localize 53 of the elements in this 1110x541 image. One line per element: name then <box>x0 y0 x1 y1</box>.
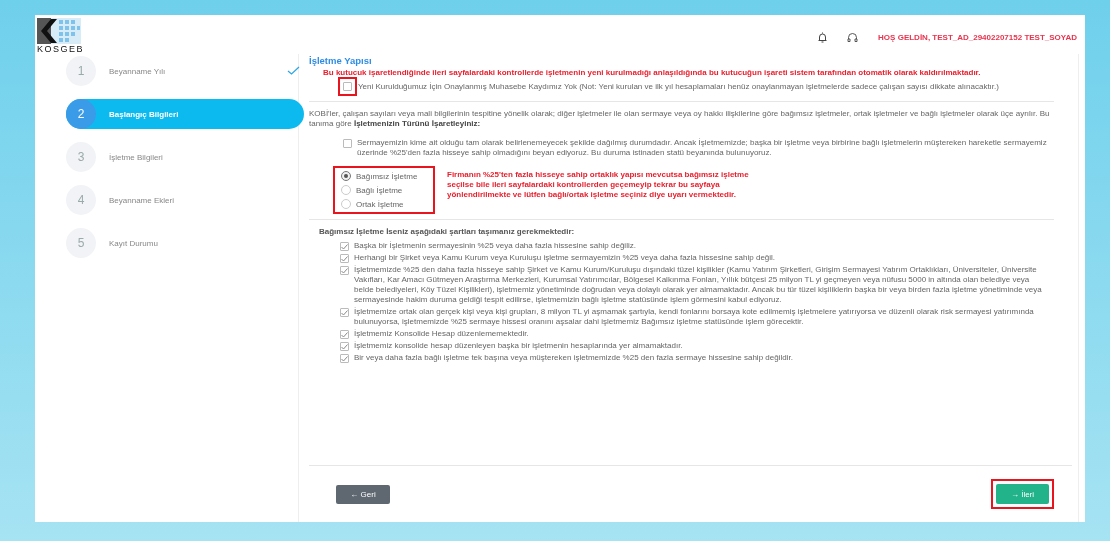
radio-option[interactable]: Bağlı İşletme <box>341 185 427 195</box>
condition-text: Başka bir İşletmenin sermayesinin %25 veya daha fazla hissesine sahip değiliz. <box>354 241 637 251</box>
condition-text: İşletmemiz konsolide hesap düzenleyen başka bir işletmenin hesaplarında yer almamaktadır. <box>354 341 684 351</box>
radio-label: Bağlı İşletme <box>356 185 403 195</box>
checkbox-label: Yeni Kurulduğumuz İçin Onaylanmış Muhasebe Kaydımız Yok (Not: Yeni kurulan ve ilk yıl hesaplamaları henüz onaylanmayan işletmelerde sadece çalışan sayısı dikkate alınacaktır.) <box>358 81 1000 92</box>
step-item[interactable]: 5 Kayıt Durumu <box>66 228 304 258</box>
welcome-text: HOŞ GELDİN, TEST_AD_29402207152 TEST_SOYAD <box>878 33 1077 42</box>
radio-label: Ortak İşletme <box>356 199 404 209</box>
step-number: 3 <box>66 142 96 172</box>
checkbox[interactable] <box>343 139 352 148</box>
step-item[interactable]: 1 Beyanname Yılı <box>66 56 304 86</box>
checkbox[interactable] <box>340 266 349 275</box>
condition-text: İşletmemize ortak olan gerçek kişi veya kişi grupları, 8 milyon TL yi aşmamak şartıyla, kendi fonlarını borsaya kote edilmemiş işletmelere yatırıyorsa ve düzenli olarak risk sermayesi yatırımında bulunuyorsa, işletmemizde %25 sermaye hissesi oranını aşsalar dahi işletmemiz Bağımsız işletme statüsünde işlem görecektir. <box>354 307 1035 327</box>
next-button[interactable]: → İleri <box>996 484 1049 504</box>
step-label: Beyanname Yılı <box>109 66 166 76</box>
step-item[interactable]: 3 İşletme Bilgileri <box>66 142 304 172</box>
step-item[interactable]: 4 Beyanname Ekleri <box>66 185 304 215</box>
annotation-note: Firmanın %25'ten fazla hisseye sahip ortaklık yapısı mevcutsa bağımsız işletme seçilse bile ileri sayfalardaki kontrollerden geçemeyip tekrar bu sayfaya yönlendirilmekte ve lütfen bağlı/ortak işletme seçiniz diye uyarı vermektedir. <box>447 170 750 200</box>
bell-icon[interactable] <box>818 32 828 43</box>
conditions-title: Bağımsız İşletme İseniz aşağıdaki şartları taşımanız gerekmektedir: <box>319 227 576 236</box>
step-number: 2 <box>66 99 96 129</box>
checkbox[interactable] <box>340 354 349 363</box>
step-label: Kayıt Durumu <box>109 238 158 248</box>
headset-icon[interactable] <box>847 32 859 43</box>
step-number: 4 <box>66 185 96 215</box>
checkbox[interactable] <box>340 342 349 351</box>
condition-text: İşletmemiz Konsolide Hesap düzenlememektedir. <box>354 329 530 339</box>
checkbox[interactable] <box>343 82 352 91</box>
condition-text: Bir veya daha fazla bağlı işletme tek başına veya müştereken işletmemizde %25 den fazla sermaye hissesine sahip değildir. <box>354 353 794 363</box>
condition-text: Herhangi bir Şirket veya Kamu Kurum veya Kuruluşu işletme sermayemizin %25 veya daha fazla hissesine sahip değil. <box>354 253 777 263</box>
step-label: Başlangıç Bilgileri <box>109 109 179 119</box>
logo-text: KOSGEB <box>37 44 84 54</box>
checkbox[interactable] <box>340 308 349 317</box>
check-icon <box>287 66 300 75</box>
checkbox[interactable] <box>340 242 349 251</box>
step-number: 1 <box>66 56 96 86</box>
step-item[interactable]: 2 Başlangıç Bilgileri <box>66 99 304 129</box>
back-button[interactable]: ← Geri <box>336 484 390 504</box>
radio-option[interactable]: Bağımsız İşletme <box>341 171 427 181</box>
logo-icon <box>37 18 81 44</box>
step-label: İşletme Bilgileri <box>109 152 163 162</box>
section-title: İşletme Yapısı <box>309 55 373 66</box>
condition-text: İşletmemizde %25 den daha fazla hisseye sahip Şirket ve Kamu Kurum/Kuruluşu dışındaki tüzel kişilikler (Kamu Yatırım Şirketleri, Girişim Sermayesi Yatırım Ortaklıkları, Üniversiteler, Üniversite Vakıfları, Kar Amacı Gütmeyen Araştırma Merkezleri, Kurumsal Yatırımcılar, Bölgesel Kalkınma Fonları, Yıllık bütçesi 25 milyon TL yi geçmeyen veya nüfusu 5000 in altında olan belediye veya belde belediyeleri, Köy Tüzel Kişilikleri), işletmemiz yönetiminde doğrudan veya dolaylı olarak yer almamaktadır. Ancak bu tür tüzel kişiliklerin başka bir veya birden fazla işletme yönetiminde veya sermayesinde hakim duruma geldiği tespit edilirse, işletmemizin bağlı işletme statüsünde işlem görmesini kabul ediyoruz. <box>354 265 1043 305</box>
step-number: 5 <box>66 228 96 258</box>
checkbox[interactable] <box>340 330 349 339</box>
radio-label: Bağımsız İşletme <box>356 171 418 181</box>
step-label: Beyanname Ekleri <box>109 195 174 205</box>
checkbox[interactable] <box>340 254 349 263</box>
radio-button[interactable] <box>341 171 351 181</box>
intro-text: KOBİ'ler, çalışan sayıları veya mali bilgilerinin tespitine yönelik olarak; diğer işletmeler ile olan sermaye veya oy hakkı ilişkilerine göre bağımsız işletmeler, ortak işletmeler ve bağlı işletmeler olarak üçe ayrılır. Bu tanıma göre İşletmenizin Türünü İşaretleyiniz: <box>309 109 1051 129</box>
annotation-note: Bu kutucuk işaretlendiğinde ileri sayfalardaki kontrollerde işletmenin yeni kurulmadığı anlaşıldığında bu kutucuğun işareti sistem tarafından otomatik olarak kaldırılmaktadır. <box>323 68 982 77</box>
checkbox-label: Sermayemizin kime ait olduğu tam olarak belirlenemeyecek şekilde dağılmış durumdadır. Ancak İşletmemizde; başka bir işletme veya birbirine bağlı işletmelerin müştereken hareketle sermayemiz üzerinde %25'den fazla hisseye sahip olmadığını beyan ediyoruz. Bu duruma istinaden statü beyanında bulunuyoruz. <box>357 138 1048 158</box>
radio-option[interactable]: Ortak İşletme <box>341 199 427 209</box>
